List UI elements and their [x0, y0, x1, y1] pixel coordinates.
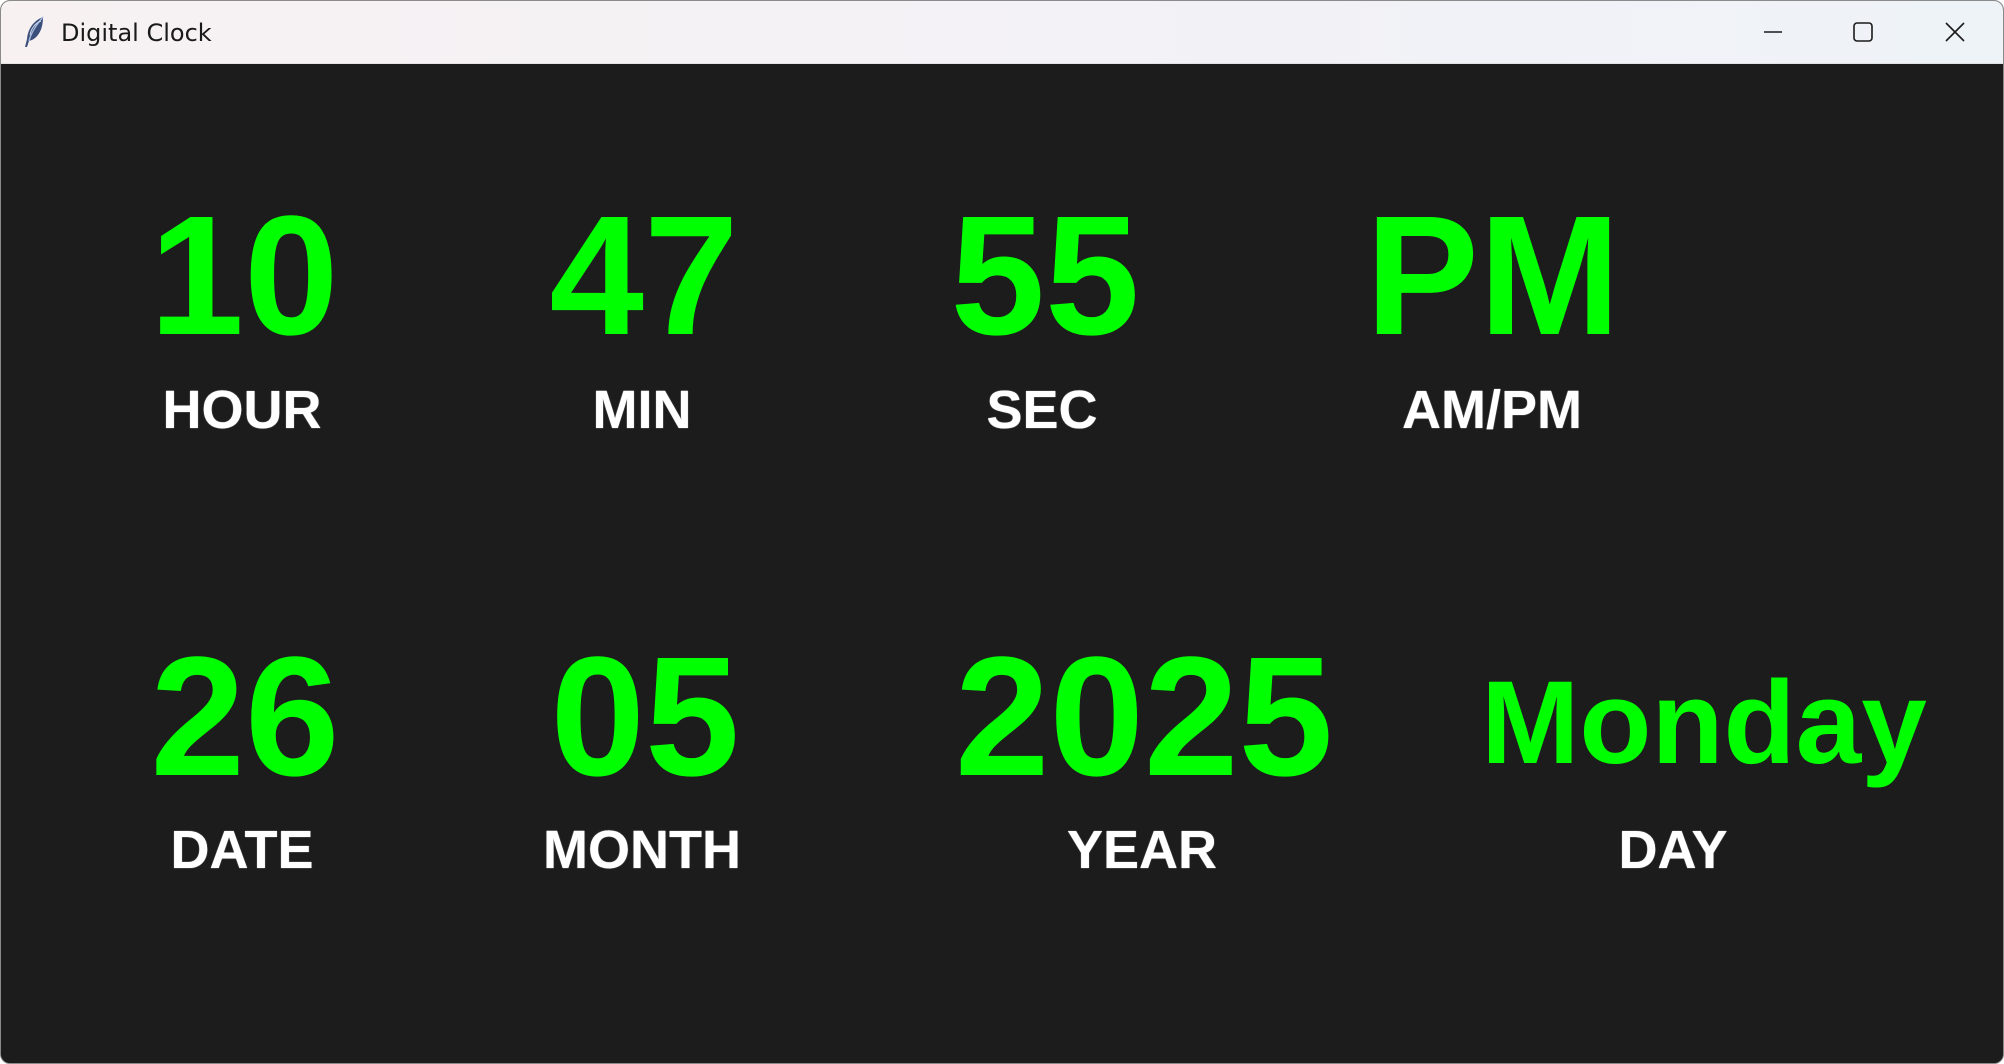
date-label: DATE [170, 820, 314, 880]
window-title: Digital Clock [61, 19, 212, 47]
second-value: 55 [950, 181, 1140, 371]
day-label: DAY [1618, 820, 1728, 880]
day-value: Monday [1481, 657, 1927, 789]
close-button[interactable] [1909, 1, 2001, 63]
maximize-icon [1853, 22, 1873, 42]
hour-label: HOUR [162, 380, 322, 440]
maximize-button[interactable] [1817, 1, 1909, 63]
minute-value: 47 [549, 181, 739, 371]
title-bar[interactable]: Digital Clock [1, 1, 2003, 64]
clock-panel: 10 HOUR 47 MIN 55 SEC PM AM/PM 26 DATE 0… [1, 64, 2003, 1063]
minimize-button[interactable] [1727, 1, 1819, 63]
close-icon [1945, 22, 1965, 42]
app-window: Digital Clock 10 HOUR 47 MIN 55 SEC PM A… [0, 0, 2004, 1064]
ampm-value: PM [1365, 181, 1621, 371]
second-label: SEC [986, 380, 1098, 440]
feather-icon [25, 16, 44, 47]
year-value: 2025 [954, 622, 1334, 812]
month-value: 05 [550, 622, 740, 812]
year-label: YEAR [1066, 820, 1218, 880]
date-value: 26 [150, 622, 340, 812]
ampm-label: AM/PM [1402, 380, 1582, 440]
hour-value: 10 [149, 181, 339, 371]
month-label: MONTH [543, 820, 741, 880]
minimize-icon [1764, 31, 1782, 33]
minute-label: MIN [592, 380, 692, 440]
